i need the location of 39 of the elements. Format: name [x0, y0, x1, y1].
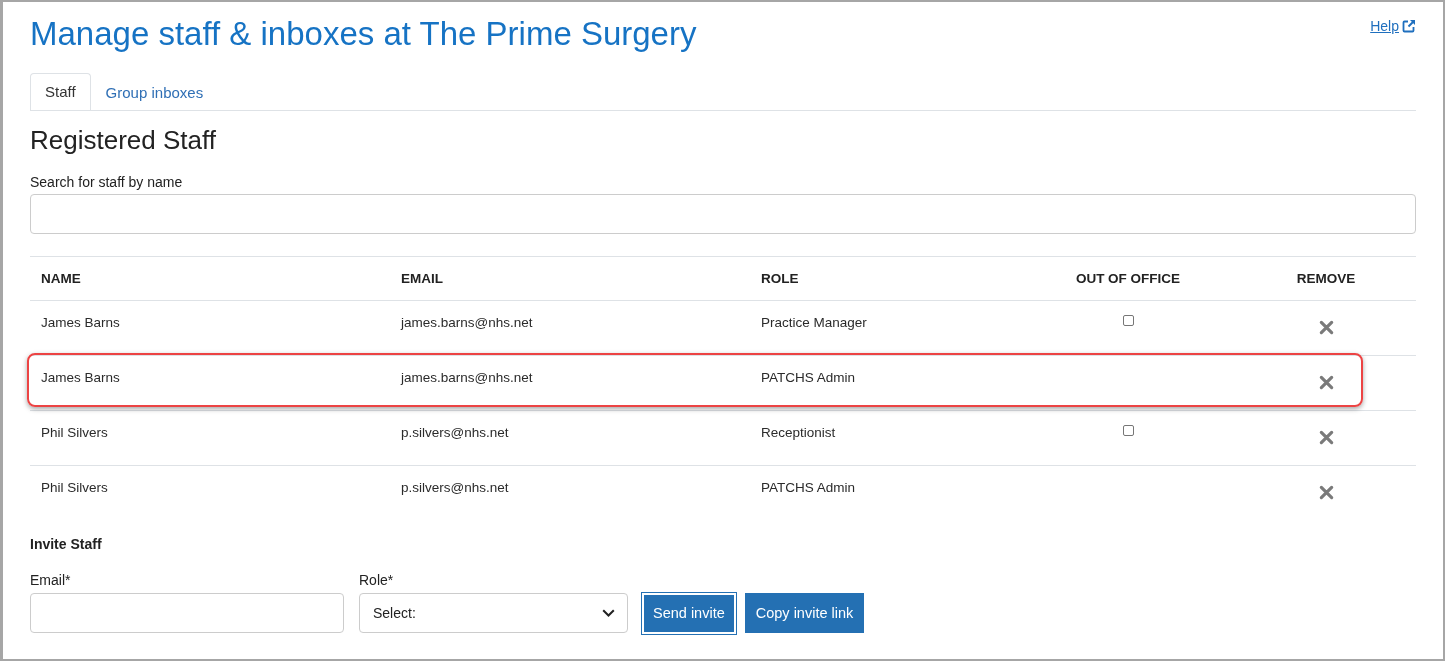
table-cell: james.barns@nhs.net: [401, 315, 533, 330]
email-label: Email*: [30, 571, 72, 589]
column-header: NAME: [40, 271, 82, 286]
table-cell: PATCHS Admin: [761, 370, 856, 385]
table-cell: Phil Silvers: [41, 480, 108, 495]
column-header: OUT OF OFFICE: [1074, 271, 1182, 286]
invite-button[interactable]: Copy invite link: [744, 593, 865, 633]
table-cell: James Barns: [41, 315, 120, 330]
section-title: Registered Staff: [30, 124, 217, 156]
invite-title: Invite Staff: [30, 535, 103, 553]
column-header: ROLE: [760, 271, 800, 286]
chevron-down-icon: [602, 609, 615, 617]
email-field[interactable]: [30, 593, 344, 633]
external-link-icon: [1402, 19, 1416, 33]
table-cell: PATCHS Admin: [761, 480, 856, 495]
help-link[interactable]: Help: [1370, 17, 1416, 35]
column-header: EMAIL: [400, 271, 444, 286]
remove-icon[interactable]: [1318, 430, 1334, 445]
remove-icon[interactable]: [1318, 485, 1334, 500]
role-label: Role*: [359, 571, 395, 589]
table-cell: Phil Silvers: [41, 425, 108, 440]
out-of-office-checkbox[interactable]: [1122, 425, 1134, 436]
table-cell: james.barns@nhs.net: [401, 370, 533, 385]
out-of-office-checkbox[interactable]: [1122, 315, 1134, 326]
table-cell: James Barns: [41, 370, 120, 385]
table-cell: p.silvers@nhs.net: [401, 480, 509, 495]
page-title: Manage staff & inboxes at The Prime Surgery: [30, 15, 697, 53]
search-field[interactable]: [30, 194, 1416, 234]
tab[interactable]: Staff: [30, 73, 91, 110]
remove-icon[interactable]: [1318, 320, 1334, 335]
remove-icon[interactable]: [1318, 375, 1334, 390]
search-label: Search for staff by name: [30, 173, 184, 191]
table-cell: Receptionist: [761, 425, 836, 440]
table-cell: p.silvers@nhs.net: [401, 425, 509, 440]
tab[interactable]: Group inboxes: [90, 73, 219, 111]
column-header: REMOVE: [1295, 271, 1357, 286]
table-cell: Practice Manager: [761, 315, 867, 330]
role-select[interactable]: Select:: [359, 593, 628, 633]
invite-button[interactable]: Send invite: [644, 594, 734, 632]
